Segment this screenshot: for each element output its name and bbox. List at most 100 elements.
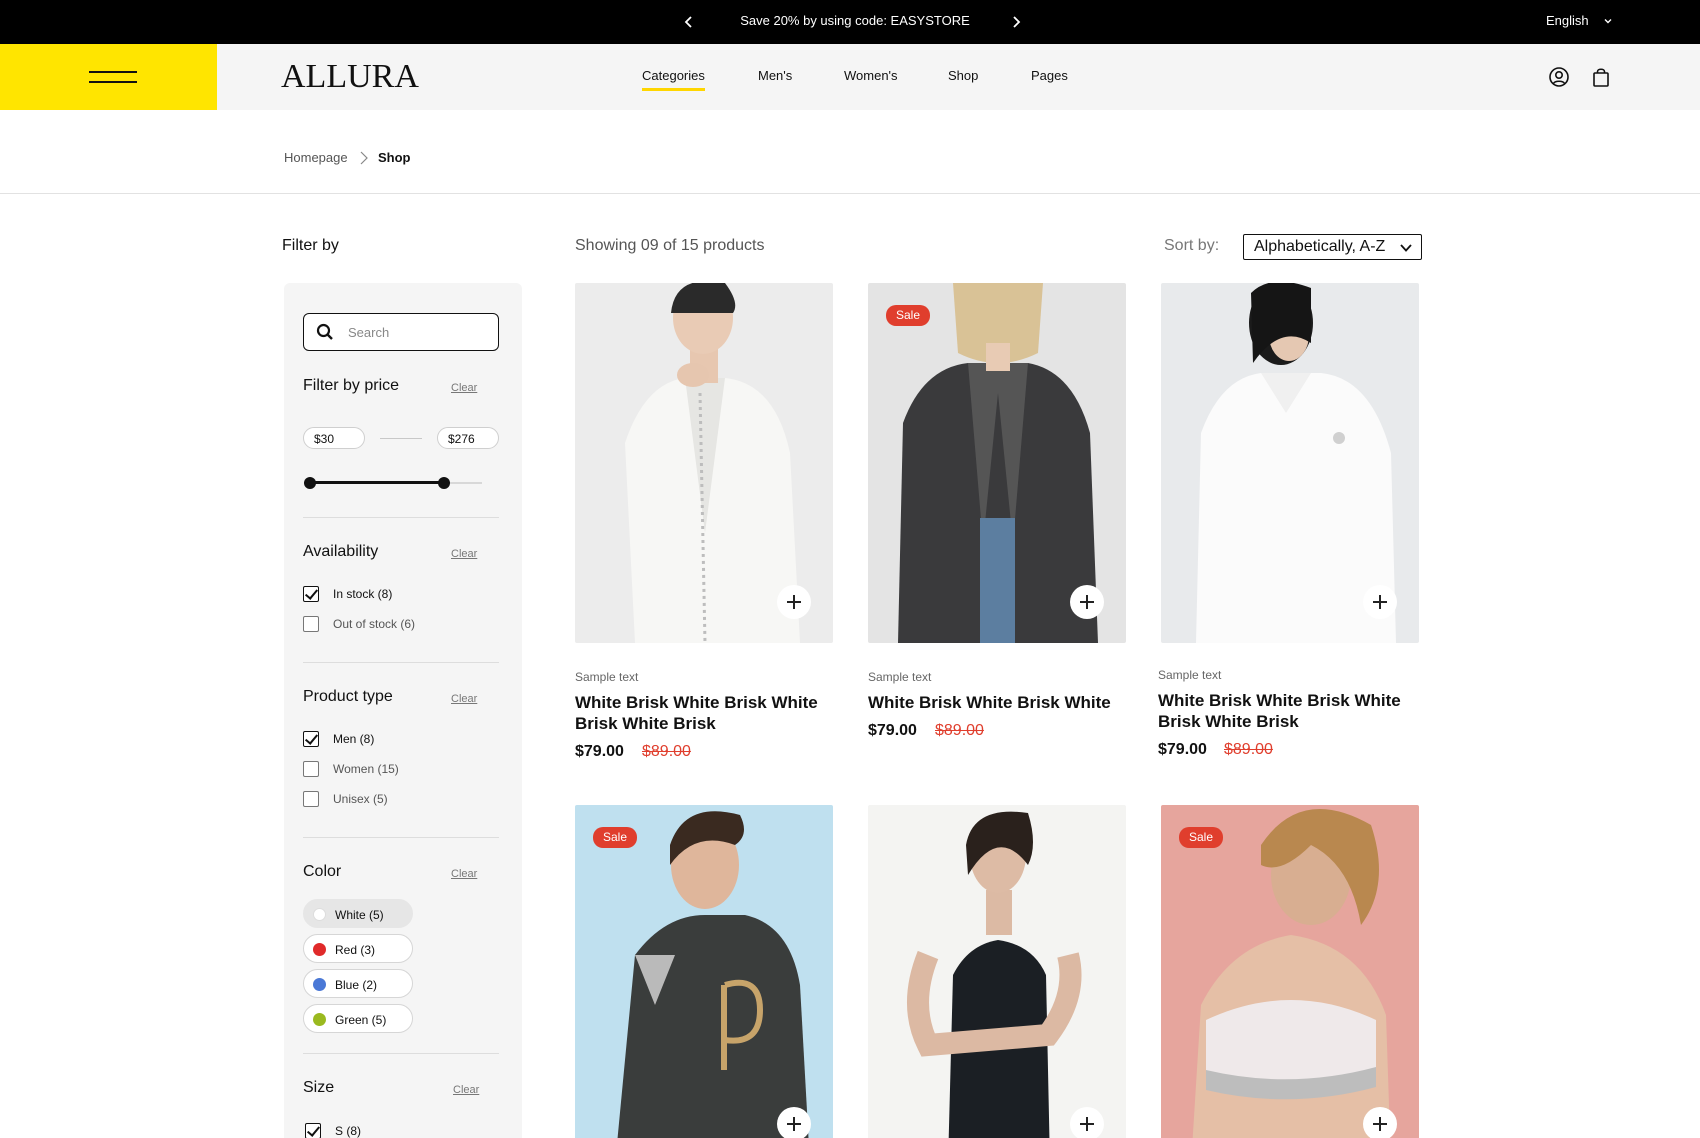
- sort-select[interactable]: Alphabetically, A-Z: [1243, 234, 1422, 260]
- product-old-price: $89.00: [935, 722, 984, 739]
- product-image[interactable]: [868, 805, 1126, 1138]
- add-to-cart-button[interactable]: [777, 1107, 811, 1138]
- checkbox-label: Unisex (5): [333, 792, 388, 806]
- add-to-cart-button[interactable]: [1070, 585, 1104, 619]
- hamburger-icon-line: [89, 81, 137, 83]
- add-to-cart-button[interactable]: [777, 585, 811, 619]
- nav-womens[interactable]: Women's: [844, 68, 898, 83]
- color-label: Green (5): [335, 1013, 387, 1027]
- logo[interactable]: ALLURA: [281, 58, 419, 96]
- availability-clear-button[interactable]: Clear: [451, 548, 477, 560]
- price-slider-min-handle[interactable]: [304, 477, 316, 489]
- color-option-white[interactable]: White (5): [303, 899, 413, 928]
- checkbox-label: In stock (8): [333, 587, 393, 601]
- add-to-cart-button[interactable]: [1070, 1107, 1104, 1138]
- color-swatch: [313, 978, 326, 991]
- product-title[interactable]: White Brisk White Brisk White Brisk Whit…: [1158, 690, 1408, 732]
- checkbox-label: S (8): [335, 1124, 362, 1138]
- color-label: Blue (2): [335, 978, 378, 992]
- product-image[interactable]: Sale: [868, 283, 1126, 643]
- price-range-dash: [380, 438, 422, 439]
- product-type-clear-button[interactable]: Clear: [451, 693, 477, 705]
- search-box[interactable]: [303, 313, 499, 351]
- product-subtitle: Sample text: [868, 670, 932, 684]
- availability-title: Availability: [303, 543, 379, 560]
- price-min-field[interactable]: $30: [303, 427, 365, 449]
- checkbox-label: Men (8): [333, 732, 375, 746]
- search-icon: [316, 323, 333, 340]
- product-count: Showing 09 of 15 products: [575, 237, 765, 254]
- color-label: Red (3): [335, 943, 376, 957]
- color-swatch: [313, 943, 326, 956]
- section-divider: [303, 1053, 499, 1054]
- product-photo: [1161, 805, 1419, 1138]
- checkbox[interactable]: [305, 1123, 321, 1138]
- nav-shop[interactable]: Shop: [948, 68, 978, 83]
- size-title: Size: [303, 1079, 335, 1096]
- product-image[interactable]: Sale: [1161, 805, 1419, 1138]
- chevron-down-icon: [1604, 19, 1612, 24]
- price-max-field[interactable]: $276: [437, 427, 499, 449]
- color-swatch: [313, 1013, 326, 1026]
- price-slider-max-handle[interactable]: [438, 477, 451, 489]
- add-to-cart-button[interactable]: [1363, 1107, 1397, 1138]
- chevron-right-icon: [360, 151, 368, 165]
- search-input[interactable]: [348, 322, 488, 342]
- filter-title: Filter by: [282, 237, 339, 254]
- size-clear-button[interactable]: Clear: [453, 1084, 479, 1096]
- product-image[interactable]: [575, 283, 833, 643]
- promo-text: Save 20% by using code: EASYSTORE: [740, 13, 970, 28]
- product-photo: [575, 805, 833, 1138]
- product-price: $79.00: [575, 743, 624, 760]
- product-type-title: Product type: [303, 688, 393, 705]
- chevron-right-icon[interactable]: [1006, 12, 1026, 32]
- sort-value: Alphabetically, A-Z: [1254, 238, 1386, 255]
- checkbox-label: Out of stock (6): [333, 617, 416, 631]
- chevron-down-icon: [1400, 244, 1412, 252]
- product-image[interactable]: [1161, 283, 1419, 643]
- color-label: White (5): [335, 908, 384, 922]
- product-title[interactable]: White Brisk White Brisk White Brisk Whit…: [575, 692, 825, 734]
- checkbox[interactable]: [303, 616, 319, 632]
- filter-sidebar: Filter by price Clear $30 $276 Availabil…: [284, 283, 522, 1138]
- product-subtitle: Sample text: [1158, 668, 1222, 682]
- divider: [0, 193, 1700, 194]
- price-clear-button[interactable]: Clear: [451, 382, 477, 394]
- add-to-cart-button[interactable]: [1363, 585, 1397, 619]
- product-subtitle: Sample text: [575, 670, 639, 684]
- product-title[interactable]: White Brisk White Brisk White: [868, 692, 1118, 713]
- section-divider: [303, 517, 499, 518]
- product-photo: [868, 805, 1126, 1138]
- checkbox[interactable]: [303, 761, 319, 777]
- shopping-bag-icon[interactable]: [1590, 66, 1612, 88]
- color-option-red[interactable]: Red (3): [303, 934, 413, 963]
- breadcrumb-home[interactable]: Homepage: [284, 150, 348, 165]
- checkbox[interactable]: [303, 586, 319, 602]
- product-image[interactable]: Sale: [575, 805, 833, 1138]
- menu-button[interactable]: [0, 44, 217, 110]
- user-account-icon[interactable]: [1548, 66, 1570, 88]
- price-filter-title: Filter by price: [303, 377, 400, 394]
- color-option-blue[interactable]: Blue (2): [303, 969, 413, 998]
- section-divider: [303, 662, 499, 663]
- checkbox[interactable]: [303, 731, 319, 747]
- breadcrumb-current: Shop: [378, 150, 411, 165]
- color-swatch: [313, 908, 326, 921]
- nav-mens[interactable]: Men's: [758, 68, 792, 83]
- sort-label: Sort by:: [1164, 237, 1220, 254]
- nav-categories[interactable]: Categories: [642, 68, 705, 91]
- sale-badge: Sale: [593, 827, 638, 848]
- checkbox[interactable]: [303, 791, 319, 807]
- sale-badge: Sale: [1179, 827, 1224, 848]
- nav-pages[interactable]: Pages: [1031, 68, 1068, 83]
- site-header: ALLURA Categories Men's Women's Shop Pag…: [0, 44, 1700, 110]
- checkbox-label: Women (15): [333, 762, 399, 776]
- product-price: $79.00: [1158, 741, 1207, 758]
- chevron-left-icon[interactable]: [679, 12, 699, 32]
- section-divider: [303, 837, 499, 838]
- color-clear-button[interactable]: Clear: [451, 868, 477, 880]
- color-option-green[interactable]: Green (5): [303, 1004, 413, 1033]
- product-old-price: $89.00: [1224, 741, 1273, 758]
- language-selector[interactable]: English: [1546, 13, 1589, 28]
- color-title: Color: [303, 863, 342, 880]
